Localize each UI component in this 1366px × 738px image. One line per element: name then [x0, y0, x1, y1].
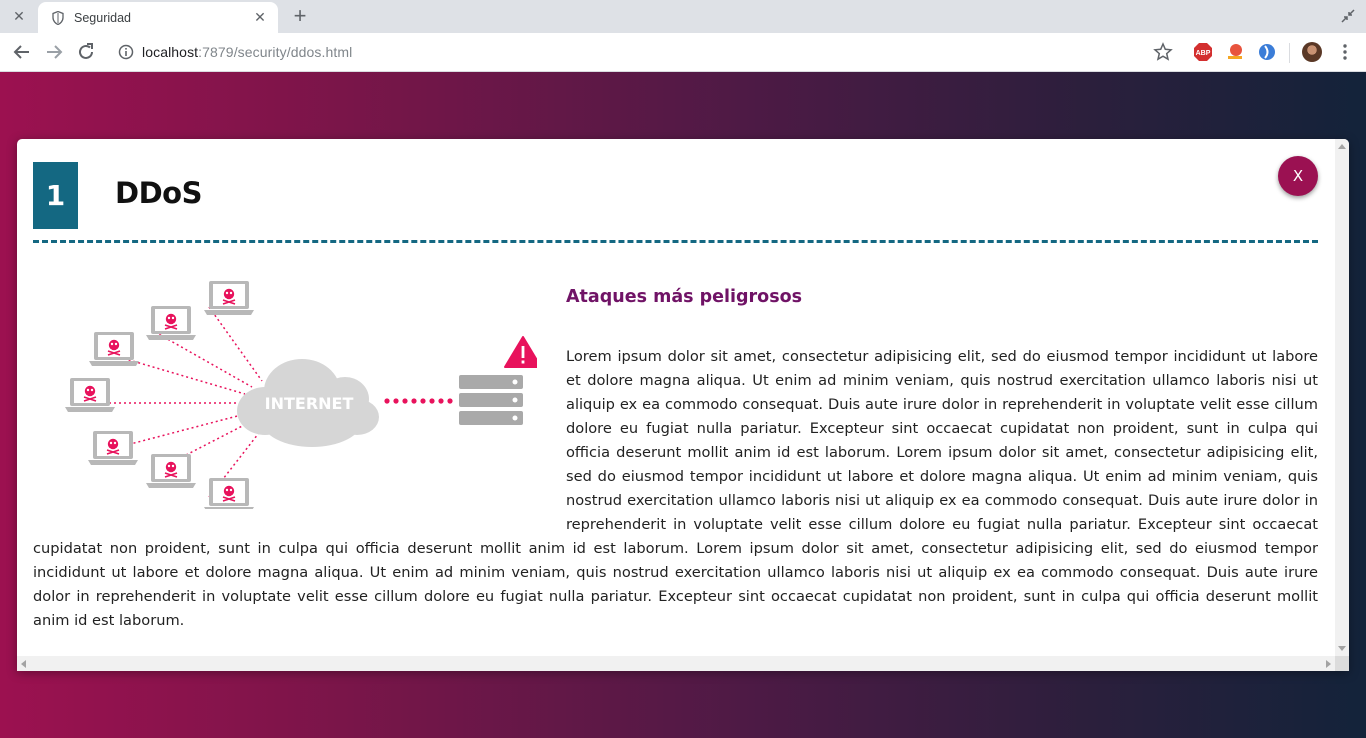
image-float-spacer	[33, 345, 566, 537]
new-tab-button[interactable]: +	[288, 4, 312, 28]
modal-dialog: 1 DDoS X INTERNET Ataques más peligrosos…	[17, 139, 1349, 671]
extension-icon[interactable]	[1225, 42, 1245, 62]
forward-icon[interactable]	[43, 41, 65, 63]
close-button[interactable]: X	[1278, 156, 1318, 196]
info-icon[interactable]	[118, 44, 134, 60]
tab-close-icon[interactable]: ✕	[252, 9, 268, 26]
tab-bar: ✕ Seguridad ✕ +	[0, 0, 1366, 33]
url-host: localhost	[142, 44, 199, 60]
toolbar-divider	[1289, 43, 1290, 63]
menu-icon[interactable]	[1337, 42, 1353, 62]
vertical-scrollbar[interactable]	[1335, 139, 1349, 656]
scroll-down-icon[interactable]	[1338, 646, 1346, 651]
scroll-up-icon[interactable]	[1338, 144, 1346, 149]
extension-icon-2[interactable]	[1257, 42, 1277, 62]
svg-text:ABP: ABP	[1196, 50, 1211, 57]
adblock-extension-icon[interactable]: ABP	[1193, 42, 1213, 62]
address-bar[interactable]: localhost:7879/security/ddos.html	[108, 37, 1182, 67]
scroll-left-icon[interactable]	[21, 660, 26, 668]
page-background: 1 DDoS X INTERNET Ataques más peligrosos…	[0, 72, 1366, 738]
scroll-right-icon[interactable]	[1326, 660, 1331, 668]
tab-title: Seguridad	[74, 10, 131, 25]
browser-toolbar: localhost:7879/security/ddos.html ABP	[0, 33, 1366, 72]
url-path: :7879/security/ddos.html	[198, 44, 353, 60]
horizontal-scrollbar[interactable]	[17, 656, 1335, 671]
modal-content: 1 DDoS X INTERNET Ataques más peligrosos…	[17, 139, 1335, 656]
section-subtitle: Ataques más peligrosos	[566, 287, 803, 307]
bookmark-star-icon[interactable]	[1153, 42, 1173, 62]
page-title: DDoS	[115, 176, 202, 210]
section-number: 1	[33, 162, 78, 229]
avatar[interactable]	[1302, 42, 1322, 62]
tab-seguridad[interactable]: Seguridad ✕	[38, 2, 278, 33]
back-icon[interactable]	[11, 41, 33, 63]
scrollbar-corner	[1335, 656, 1349, 671]
shield-icon	[52, 10, 64, 25]
close-icon[interactable]: ✕	[0, 0, 38, 33]
reload-icon[interactable]	[75, 41, 97, 63]
title-divider	[33, 240, 1318, 243]
restore-window-icon[interactable]	[1340, 8, 1356, 24]
url-text: localhost:7879/security/ddos.html	[142, 44, 352, 60]
body-paragraph: Lorem ipsum dolor sit amet, consectetur …	[33, 345, 1318, 633]
